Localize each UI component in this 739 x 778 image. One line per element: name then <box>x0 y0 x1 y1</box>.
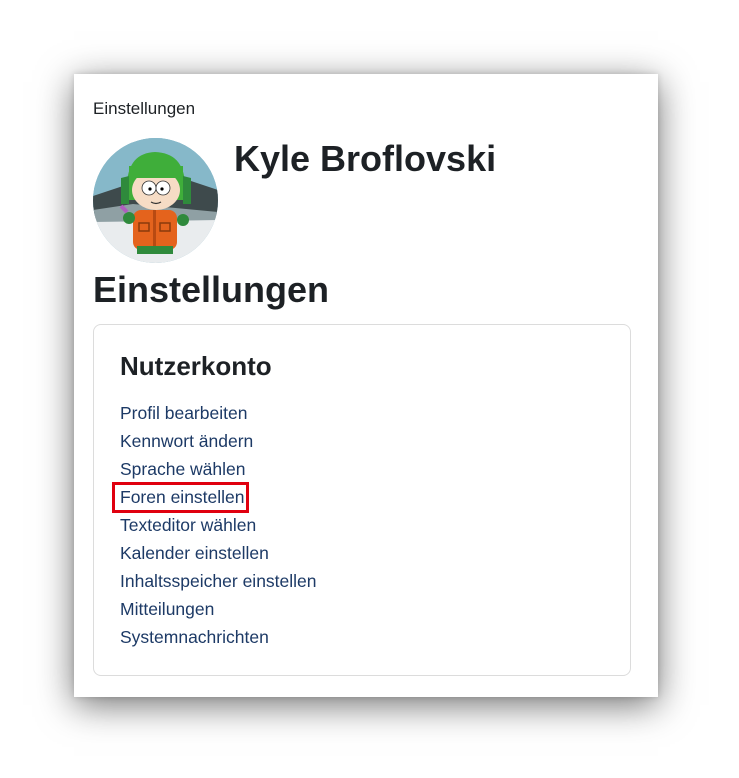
list-item: Inhaltsspeicher einstellen <box>120 570 317 598</box>
breadcrumb[interactable]: Einstellungen <box>93 99 195 119</box>
page-title: Einstellungen <box>93 269 330 310</box>
list-item: Kennwort ändern <box>120 430 317 458</box>
list-item: Texteditor wählen <box>120 514 317 542</box>
avatar-image <box>93 138 218 263</box>
account-links-list: Profil bearbeiten Kennwort ändern Sprach… <box>112 402 317 654</box>
list-item: Profil bearbeiten <box>120 402 317 430</box>
user-avatar[interactable] <box>93 138 218 263</box>
notifications-link[interactable]: Systemnachrichten <box>120 626 269 648</box>
user-name: Kyle Broflovski <box>234 138 497 179</box>
section-title: Nutzerkonto <box>120 351 272 381</box>
list-item: Mitteilungen <box>120 598 317 626</box>
list-item: Foren einstellen <box>112 482 317 514</box>
list-item: Systemnachrichten <box>120 626 317 654</box>
text-editor-link[interactable]: Texteditor wählen <box>120 514 256 536</box>
messages-link[interactable]: Mitteilungen <box>120 598 214 620</box>
settings-panel: Einstellungen Kyle Broflovski Einstellun… <box>74 74 658 697</box>
list-item: Kalender einstellen <box>120 542 317 570</box>
calendar-settings-link[interactable]: Kalender einstellen <box>120 542 269 564</box>
language-link[interactable]: Sprache wählen <box>120 458 246 480</box>
forum-settings-link[interactable]: Foren einstellen <box>112 482 249 513</box>
edit-profile-link[interactable]: Profil bearbeiten <box>120 402 247 424</box>
change-password-link[interactable]: Kennwort ändern <box>120 430 253 452</box>
content-bank-link[interactable]: Inhaltsspeicher einstellen <box>120 570 317 592</box>
account-settings-card: Nutzerkonto Profil bearbeiten Kennwort ä… <box>93 324 631 676</box>
